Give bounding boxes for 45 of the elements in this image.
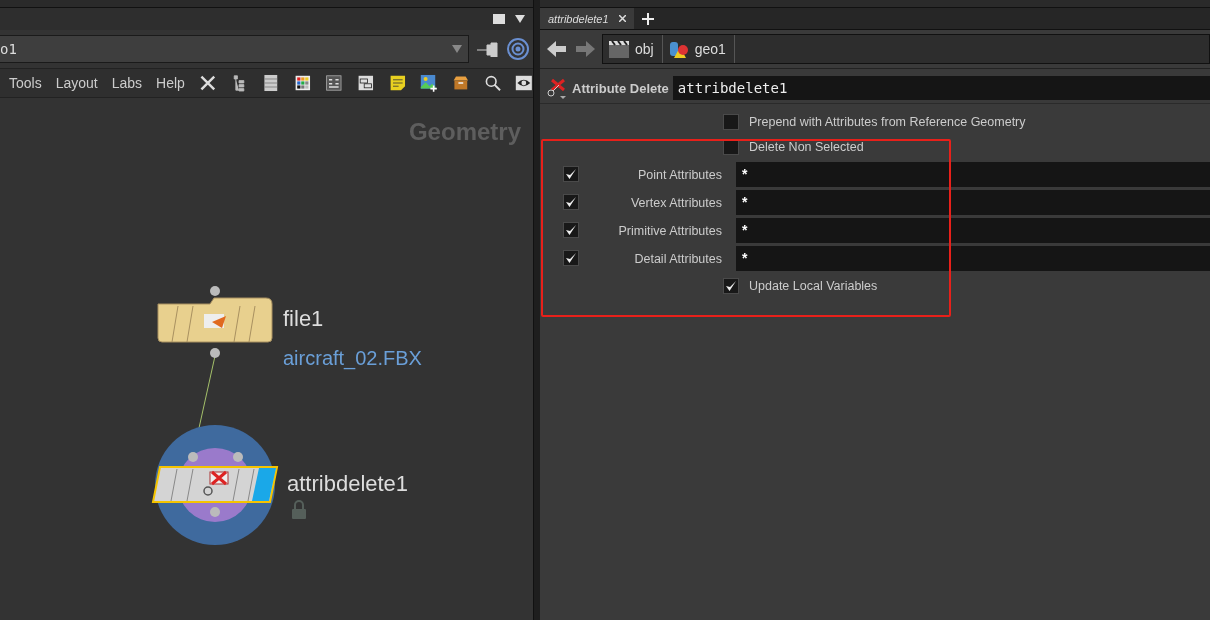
node-type-label: Attribute Delete <box>572 80 669 96</box>
node-name-field[interactable]: attribdelete1 <box>672 76 1210 100</box>
parameter-label: Prepend with Attributes from Reference Geometry <box>749 115 1026 129</box>
geometry-shapes-icon <box>667 39 690 59</box>
checkbox[interactable] <box>563 222 579 238</box>
tab[interactable]: attribdelete1 <box>540 8 634 29</box>
back-arrow-icon[interactable] <box>546 39 568 59</box>
pin-icon[interactable] <box>477 41 499 57</box>
dropdown-arrow-icon[interactable] <box>515 15 525 23</box>
plus-icon[interactable] <box>641 12 654 25</box>
node-name: file1 <box>283 306 324 332</box>
breadcrumb[interactable]: geo1 <box>662 35 735 63</box>
checkbox[interactable] <box>563 194 579 210</box>
breadcrumb[interactable]: obj <box>603 35 663 63</box>
pattern-field[interactable]: * <box>736 245 1210 271</box>
node-file-path: aircraft_02.FBX <box>283 347 422 370</box>
menu-item[interactable]: Labs <box>111 75 143 91</box>
forward-arrow-icon[interactable] <box>574 39 596 59</box>
clapperboard-icon <box>608 39 630 59</box>
node-name: attribdelete1 <box>287 471 409 497</box>
checkbox[interactable] <box>563 250 579 266</box>
target-icon[interactable] <box>507 38 529 60</box>
parameter-label: Vertex Attributes <box>630 196 722 210</box>
checkbox[interactable] <box>563 166 579 182</box>
path-field[interactable]: o1 <box>0 35 469 63</box>
parameter-label: Detail Attributes <box>634 252 722 266</box>
add-image-icon[interactable] <box>420 72 438 94</box>
close-icon[interactable] <box>618 15 626 22</box>
file-node[interactable] <box>157 286 273 358</box>
pattern-field[interactable]: * <box>736 189 1210 215</box>
checkbox[interactable] <box>723 114 739 130</box>
parameter-label: Primitive Attributes <box>618 224 722 238</box>
parameter-label: Delete Non Selected <box>749 140 864 154</box>
menu-item[interactable]: Help <box>156 75 185 91</box>
parameter-label: Update Local Variables <box>749 279 878 293</box>
checkbox[interactable] <box>723 278 739 294</box>
pattern-field[interactable]: * <box>736 161 1210 187</box>
grid-list-icon[interactable] <box>325 72 344 94</box>
parameter-label: Point Attributes <box>637 168 722 182</box>
pattern-field[interactable]: * <box>736 217 1210 243</box>
list-icon[interactable] <box>262 72 280 94</box>
menu-item[interactable]: Layout <box>55 75 98 91</box>
menu-item[interactable]: Tools <box>9 75 42 91</box>
attribute-delete-node[interactable] <box>151 425 279 545</box>
node-type-icon[interactable] <box>546 76 568 100</box>
